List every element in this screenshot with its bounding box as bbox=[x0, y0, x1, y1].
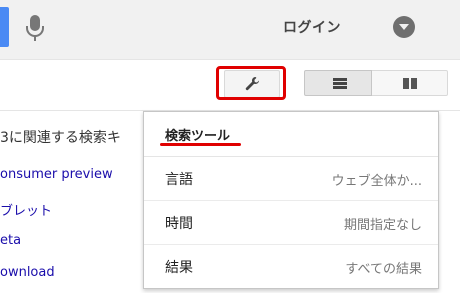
grid-view-button[interactable] bbox=[372, 70, 448, 96]
result-link[interactable]: ownload bbox=[0, 265, 55, 280]
list-view-icon bbox=[333, 78, 347, 89]
filter-label: 言語 bbox=[165, 172, 193, 188]
list-view-button[interactable] bbox=[304, 70, 372, 96]
filter-value: 期間指定なし bbox=[343, 218, 422, 233]
search-tools-panel: 検索ツール 言語 ウェブ全体か... 時間 期間指定なし 結果 すべての結果 bbox=[143, 111, 439, 289]
chevron-down-icon[interactable] bbox=[393, 16, 415, 38]
filter-value: すべての結果 bbox=[345, 262, 422, 277]
grid-view-icon bbox=[403, 78, 417, 89]
result-link[interactable]: ブレット bbox=[0, 200, 52, 219]
result-link[interactable]: onsumer preview bbox=[0, 167, 113, 182]
title-underline-annotation bbox=[160, 143, 241, 146]
top-header: ログイン bbox=[0, 0, 460, 60]
filter-label: 結果 bbox=[165, 260, 193, 276]
result-link[interactable]: eta bbox=[0, 233, 21, 248]
highlight-annotation bbox=[216, 66, 286, 100]
search-tools-title: 検索ツール bbox=[165, 129, 231, 144]
results-filter-row[interactable]: 結果 すべての結果 bbox=[144, 245, 438, 289]
login-link[interactable]: ログイン bbox=[283, 17, 341, 37]
time-filter-row[interactable]: 時間 期間指定なし bbox=[144, 201, 438, 245]
search-tools-header: 検索ツール bbox=[144, 112, 438, 157]
filter-label: 時間 bbox=[165, 216, 193, 232]
microphone-icon[interactable] bbox=[24, 13, 46, 43]
filter-value: ウェブ全体か... bbox=[331, 174, 422, 189]
related-searches-heading: 3に関連する検索キ bbox=[0, 130, 121, 146]
search-button-edge[interactable] bbox=[0, 7, 9, 47]
language-filter-row[interactable]: 言語 ウェブ全体か... bbox=[144, 157, 438, 201]
